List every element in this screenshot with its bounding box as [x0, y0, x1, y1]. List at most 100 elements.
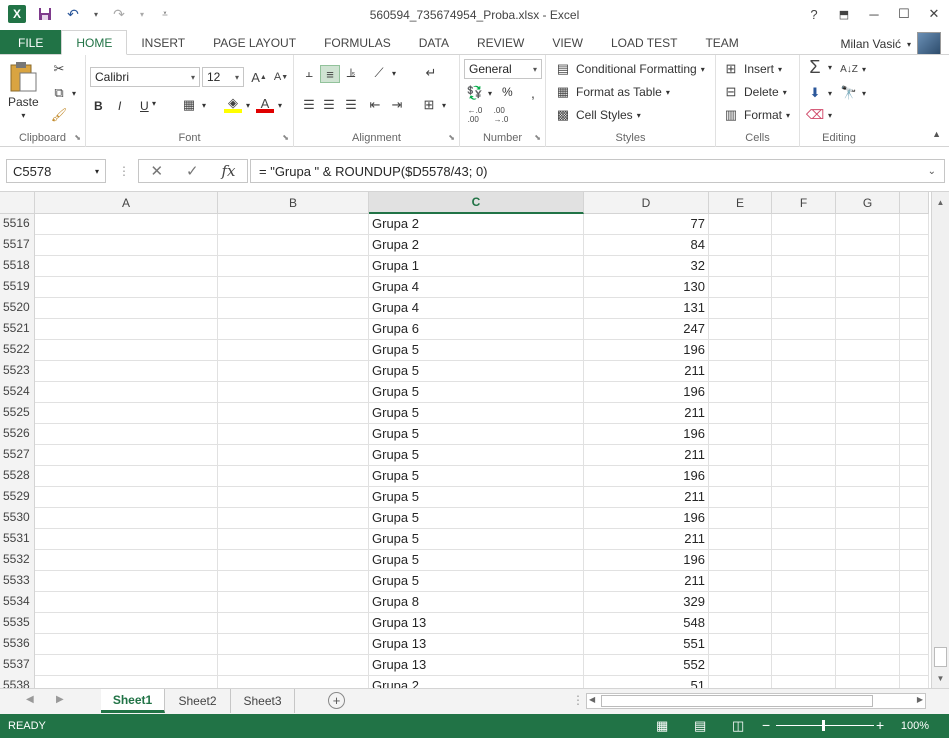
cell-f[interactable] — [772, 571, 836, 592]
cell-e[interactable] — [709, 340, 772, 361]
italic-button[interactable]: I — [118, 99, 121, 113]
select-all-button[interactable] — [0, 192, 35, 214]
row-header[interactable]: 5538 — [0, 676, 35, 688]
cell-x[interactable] — [900, 319, 929, 340]
cell-b[interactable] — [218, 382, 369, 403]
cell-f[interactable] — [772, 235, 836, 256]
maximize-icon[interactable]: ☐ — [889, 0, 919, 28]
cell-b[interactable] — [218, 319, 369, 340]
cell-c[interactable]: Grupa 5 — [369, 424, 584, 445]
cell-c[interactable]: Grupa 5 — [369, 487, 584, 508]
zoom-out-icon[interactable]: − — [762, 717, 770, 733]
tab-formulas[interactable]: FORMULAS — [310, 30, 405, 55]
cell-b[interactable] — [218, 655, 369, 676]
zoom-in-icon[interactable]: + — [876, 717, 884, 733]
cell-c[interactable]: Grupa 5 — [369, 340, 584, 361]
close-icon[interactable]: ✕ — [919, 0, 949, 28]
cell-c[interactable]: Grupa 5 — [369, 508, 584, 529]
cell-x[interactable] — [900, 235, 929, 256]
cell-a[interactable] — [35, 676, 218, 688]
tab-view[interactable]: VIEW — [538, 30, 597, 55]
cell-x[interactable] — [900, 529, 929, 550]
cell-f[interactable] — [772, 550, 836, 571]
minimize-icon[interactable]: ─ — [859, 0, 889, 28]
cell-d[interactable]: 548 — [584, 613, 709, 634]
cell-b[interactable] — [218, 235, 369, 256]
cell-x[interactable] — [900, 613, 929, 634]
cell-d[interactable]: 196 — [584, 508, 709, 529]
row-header[interactable]: 5526 — [0, 424, 35, 445]
cell-x[interactable] — [900, 424, 929, 445]
cell-f[interactable] — [772, 256, 836, 277]
bold-button[interactable]: B — [94, 99, 103, 113]
cell-e[interactable] — [709, 676, 772, 688]
cell-c[interactable]: Grupa 2 — [369, 214, 584, 235]
format-painter-button[interactable]: 🖌 — [50, 107, 68, 123]
cell-b[interactable] — [218, 550, 369, 571]
cell-a[interactable] — [35, 298, 218, 319]
cell-a[interactable] — [35, 634, 218, 655]
shrink-font-button[interactable]: A ▼ — [272, 69, 290, 85]
cell-g[interactable] — [836, 592, 900, 613]
column-header-a[interactable]: A — [35, 192, 218, 214]
cell-d[interactable]: 211 — [584, 445, 709, 466]
merge-center-button[interactable]: ⊞ ▾ — [420, 97, 446, 113]
cell-e[interactable] — [709, 319, 772, 340]
formula-input[interactable]: = "Grupa " & ROUNDUP($D5578/43; 0) ⌄ — [250, 159, 945, 183]
insert-function-icon[interactable]: fx — [222, 162, 236, 180]
cell-e[interactable] — [709, 214, 772, 235]
cell-x[interactable] — [900, 550, 929, 571]
cell-b[interactable] — [218, 361, 369, 382]
tab-team[interactable]: TEAM — [691, 30, 752, 55]
cell-a[interactable] — [35, 487, 218, 508]
cell-e[interactable] — [709, 634, 772, 655]
cell-f[interactable] — [772, 277, 836, 298]
cell-g[interactable] — [836, 571, 900, 592]
number-format-dropdown-icon[interactable]: ▾ — [533, 65, 537, 74]
cell-e[interactable] — [709, 382, 772, 403]
cell-g[interactable] — [836, 361, 900, 382]
help-icon[interactable]: ? — [799, 0, 829, 28]
cell-f[interactable] — [772, 613, 836, 634]
cell-d[interactable]: 247 — [584, 319, 709, 340]
cell-g[interactable] — [836, 214, 900, 235]
cut-button[interactable]: ✂ — [50, 61, 68, 77]
cell-b[interactable] — [218, 676, 369, 688]
cell-c[interactable]: Grupa 5 — [369, 529, 584, 550]
column-header-f[interactable]: F — [772, 192, 836, 214]
cell-f[interactable] — [772, 508, 836, 529]
cell-d[interactable]: 211 — [584, 403, 709, 424]
cell-e[interactable] — [709, 277, 772, 298]
cell-g[interactable] — [836, 634, 900, 655]
horizontal-scrollbar[interactable]: ◀ ▶ — [586, 693, 926, 709]
cell-g[interactable] — [836, 550, 900, 571]
cell-b[interactable] — [218, 256, 369, 277]
cell-e[interactable] — [709, 487, 772, 508]
cell-e[interactable] — [709, 466, 772, 487]
cell-x[interactable] — [900, 214, 929, 235]
cell-e[interactable] — [709, 445, 772, 466]
new-sheet-icon[interactable]: + — [328, 692, 345, 709]
tab-load-test[interactable]: LOAD TEST — [597, 30, 691, 55]
cell-f[interactable] — [772, 445, 836, 466]
delete-cells-button[interactable]: ⊟ Delete ▾ — [722, 84, 787, 100]
clipboard-launcher-icon[interactable]: ⬊ — [74, 133, 81, 142]
cell-c[interactable]: Grupa 8 — [369, 592, 584, 613]
tab-home[interactable]: HOME — [61, 30, 128, 55]
fill-button[interactable]: ⬇ ▾ — [806, 85, 832, 101]
cell-a[interactable] — [35, 424, 218, 445]
cell-x[interactable] — [900, 445, 929, 466]
cell-x[interactable] — [900, 340, 929, 361]
cell-d[interactable]: 211 — [584, 361, 709, 382]
cell-d[interactable]: 77 — [584, 214, 709, 235]
cell-d[interactable]: 551 — [584, 634, 709, 655]
insert-cells-button[interactable]: ⊞ Insert ▾ — [722, 61, 782, 77]
cell-a[interactable] — [35, 382, 218, 403]
cell-f[interactable] — [772, 382, 836, 403]
cell-x[interactable] — [900, 508, 929, 529]
tab-file[interactable]: FILE — [0, 30, 62, 55]
cell-d[interactable]: 32 — [584, 256, 709, 277]
cell-c[interactable]: Grupa 1 — [369, 256, 584, 277]
font-size-dropdown-icon[interactable]: ▾ — [235, 73, 239, 82]
cell-e[interactable] — [709, 424, 772, 445]
